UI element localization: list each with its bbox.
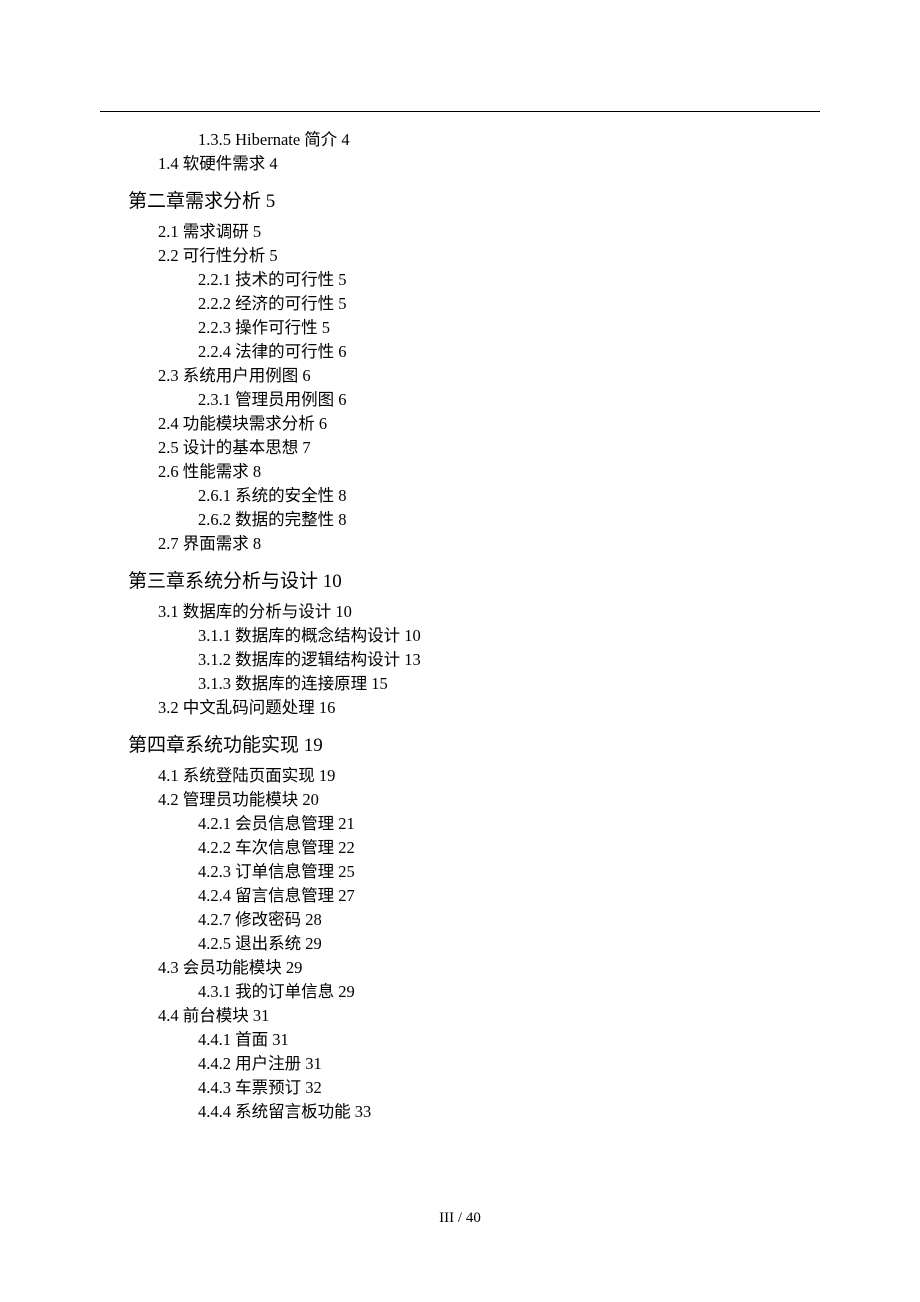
toc-section: 2.4 功能模块需求分析 6 [158,412,820,436]
toc-section: 2.1 需求调研 5 [158,220,820,244]
toc-section: 4.4 前台模块 31 [158,1004,820,1028]
toc-subsection: 4.4.2 用户注册 31 [198,1052,820,1076]
toc-subsection: 4.4.4 系统留言板功能 33 [198,1100,820,1124]
toc-subsection: 2.2.3 操作可行性 5 [198,316,820,340]
toc-subsection: 2.2.2 经济的可行性 5 [198,292,820,316]
header-rule [100,111,820,112]
toc-chapter: 第四章系统功能实现 19 [128,734,820,758]
toc-chapter: 第三章系统分析与设计 10 [128,570,820,594]
toc-subsection: 3.1.2 数据库的逻辑结构设计 13 [198,648,820,672]
page-footer: III / 40 [0,1210,920,1227]
toc-subsection: 4.2.3 订单信息管理 25 [198,860,820,884]
toc-section: 3.2 中文乱码问题处理 16 [158,696,820,720]
toc-subsection: 3.1.3 数据库的连接原理 15 [198,672,820,696]
toc-subsection: 2.2.4 法律的可行性 6 [198,340,820,364]
toc-subsection: 2.3.1 管理员用例图 6 [198,388,820,412]
document-page: 1.3.5 Hibernate 简介 41.4 软硬件需求 4 第二章需求分析 5… [0,0,920,1184]
toc-subsection: 3.1.1 数据库的概念结构设计 10 [198,624,820,648]
toc-subsection: 2.2.1 技术的可行性 5 [198,268,820,292]
toc-section: 2.5 设计的基本思想 7 [158,436,820,460]
toc-subsection: 4.2.2 车次信息管理 22 [198,836,820,860]
toc-subsection: 4.3.1 我的订单信息 29 [198,980,820,1004]
toc-section: 4.3 会员功能模块 29 [158,956,820,980]
toc-section: 4.2 管理员功能模块 20 [158,788,820,812]
toc-subsection: 2.6.2 数据的完整性 8 [198,508,820,532]
toc-subsection: 4.2.5 退出系统 29 [198,932,820,956]
toc-section: 4.1 系统登陆页面实现 19 [158,764,820,788]
toc-content: 1.3.5 Hibernate 简介 41.4 软硬件需求 4 第二章需求分析 5… [100,128,820,1124]
toc-subsection: 4.4.1 首面 31 [198,1028,820,1052]
toc-section: 2.3 系统用户用例图 6 [158,364,820,388]
toc-section: 2.6 性能需求 8 [158,460,820,484]
toc-subsection: 1.3.5 Hibernate 简介 4 [198,128,820,152]
toc-subsection: 4.4.3 车票预订 32 [198,1076,820,1100]
toc-section: 3.1 数据库的分析与设计 10 [158,600,820,624]
toc-subsection: 4.2.4 留言信息管理 27 [198,884,820,908]
page-number: III / 40 [439,1210,481,1226]
toc-subsection: 2.6.1 系统的安全性 8 [198,484,820,508]
toc-section: 2.7 界面需求 8 [158,532,820,556]
toc-section: 2.2 可行性分析 5 [158,244,820,268]
toc-subsection: 4.2.1 会员信息管理 21 [198,812,820,836]
toc-section: 1.4 软硬件需求 4 [158,152,820,176]
toc-chapter: 第二章需求分析 5 [128,190,820,214]
toc-subsection: 4.2.7 修改密码 28 [198,908,820,932]
